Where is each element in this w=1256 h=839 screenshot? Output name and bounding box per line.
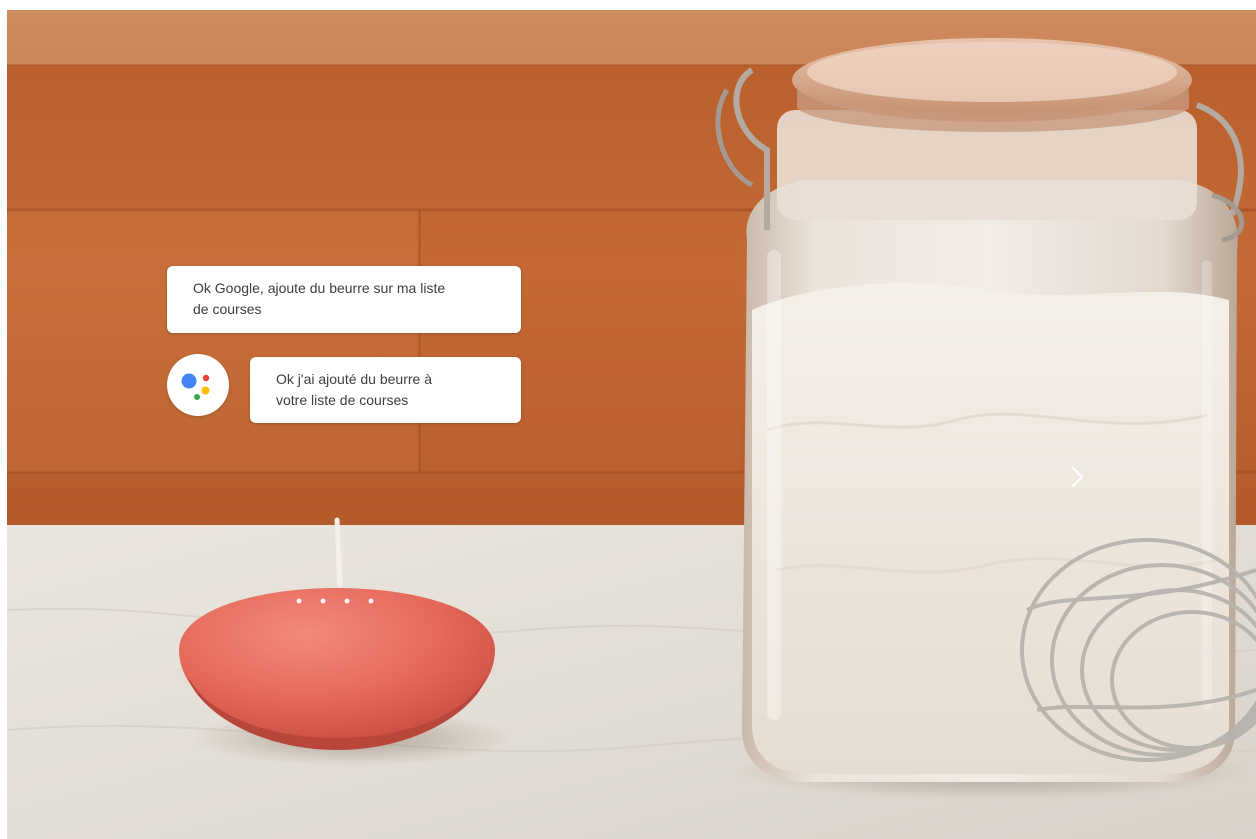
carousel-slide: Ok Google, ajoute du beurre sur ma liste… <box>7 10 1256 839</box>
user-query-bubble: Ok Google, ajoute du beurre sur ma liste… <box>167 266 521 333</box>
chevron-right-icon[interactable] <box>1057 458 1095 496</box>
google-assistant-icon <box>167 354 229 416</box>
hero-photo <box>7 10 1256 839</box>
assistant-reply-bubble: Ok j'ai ajouté du beurre à votre liste d… <box>250 357 521 423</box>
